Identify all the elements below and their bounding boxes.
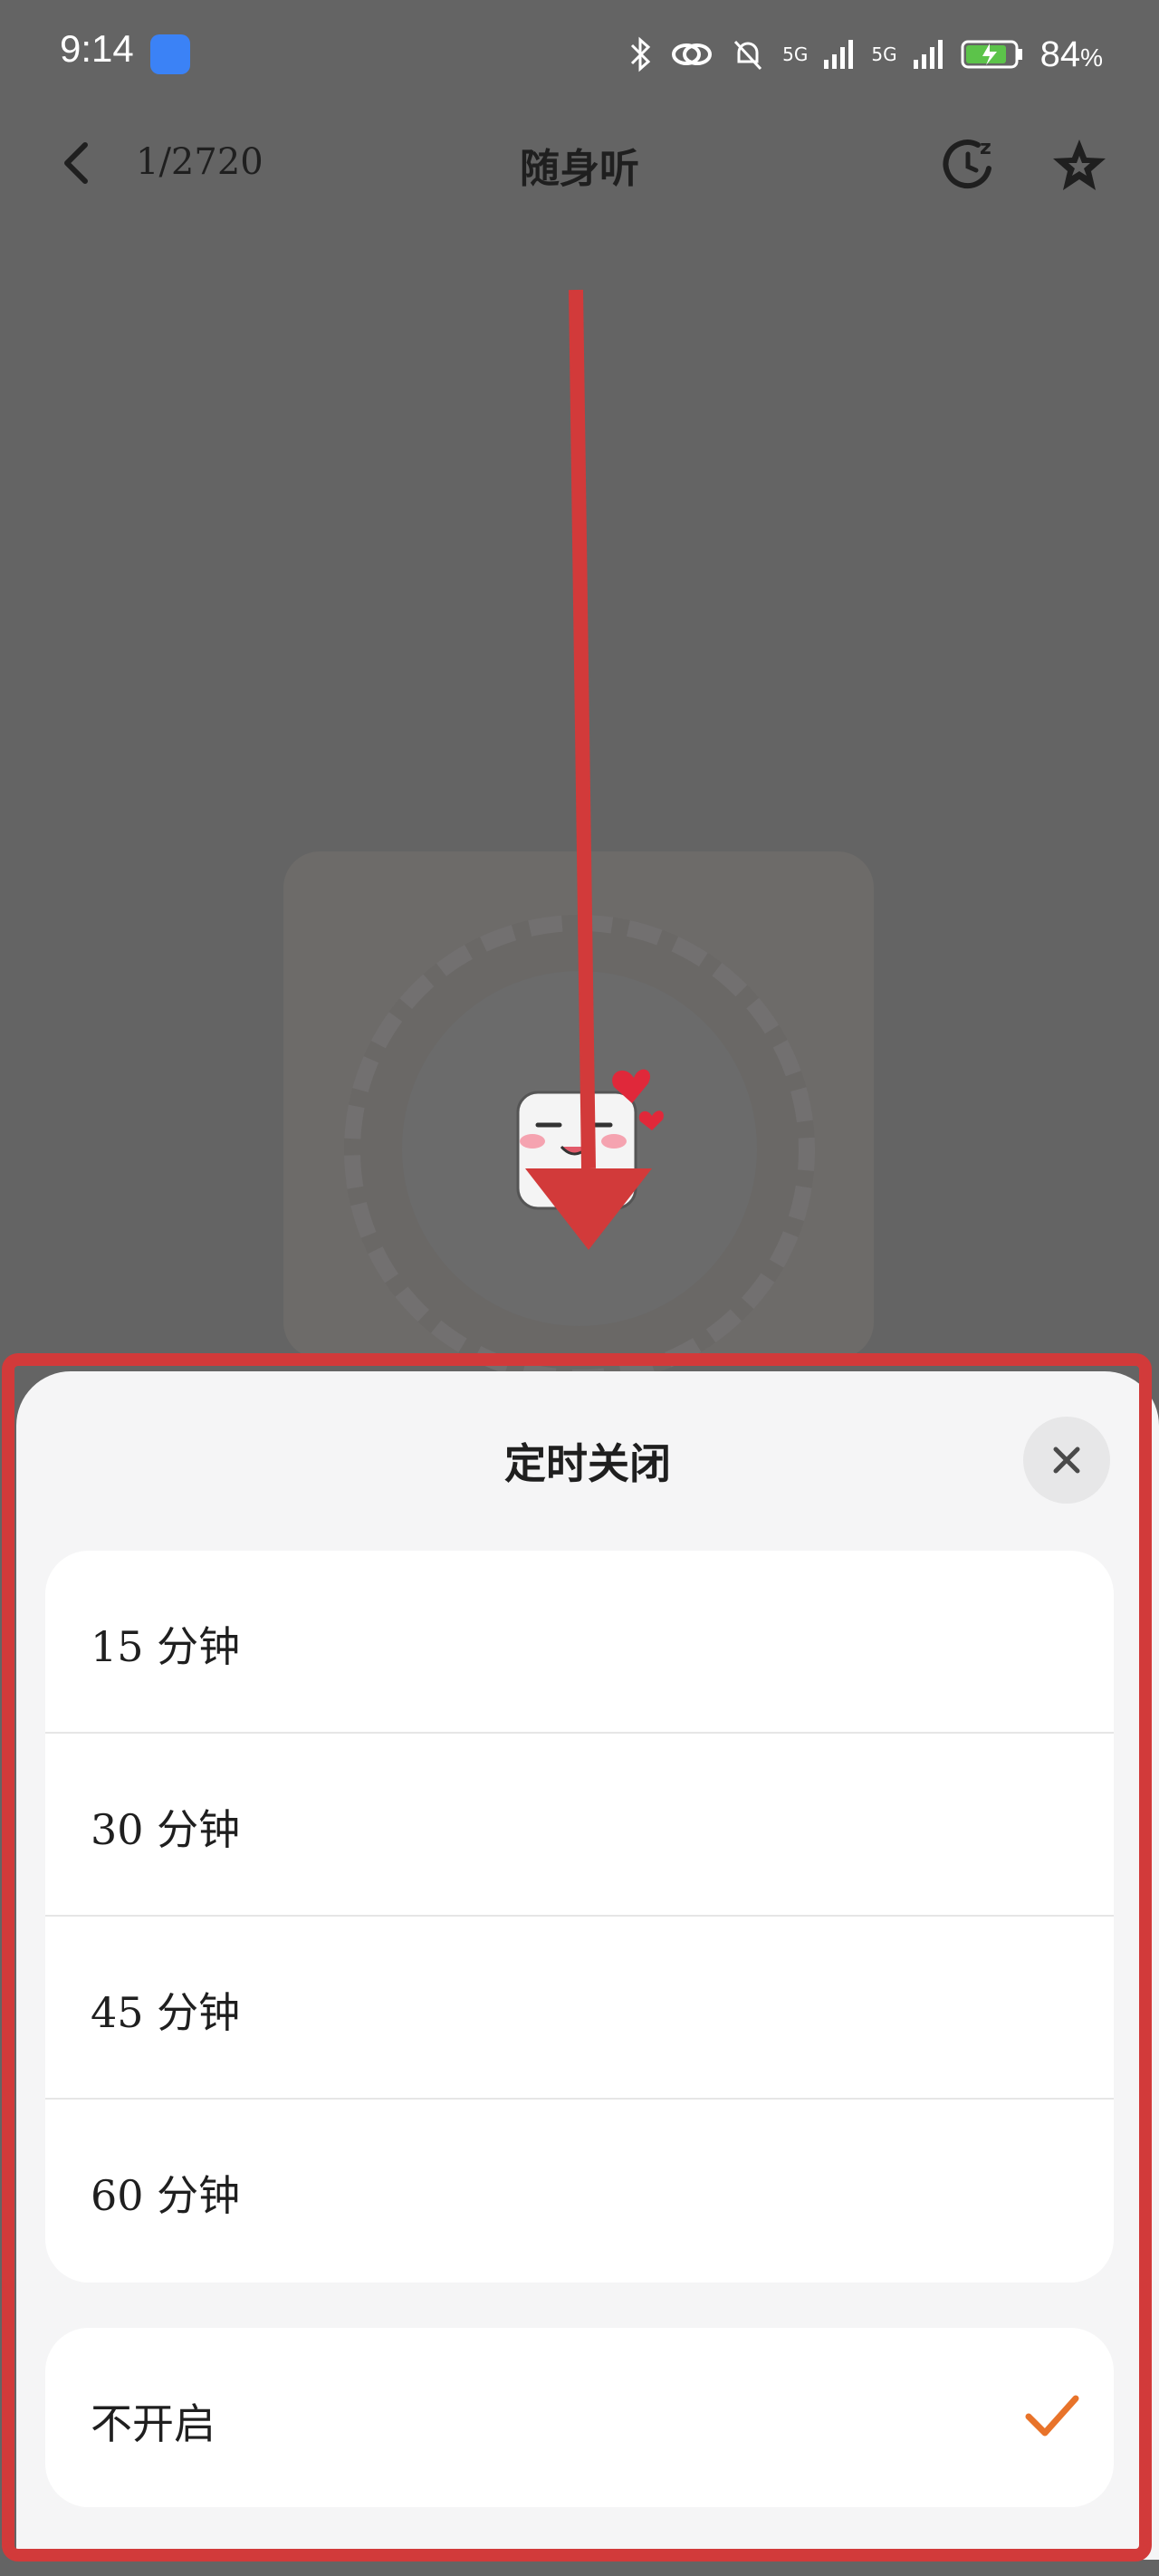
favorite-button[interactable] [1050,136,1108,194]
link-app-icon [150,34,190,74]
battery-level: 84% [1040,34,1103,75]
sleep-timer-sheet: 定时关闭 15 分钟 30 分钟 45 分钟 60 分钟 不开启 [16,1371,1159,2560]
svg-text:z: z [980,137,991,159]
timer-option-label: 45 分钟 [91,1988,241,2037]
signal-icon-2 [913,40,943,69]
bluetooth-icon [631,36,651,72]
battery-charging-icon [961,40,1022,69]
timer-option-30[interactable]: 30 分钟 [45,1734,1114,1917]
network-label-2: 5G [871,43,897,65]
timer-option-label: 15 分钟 [91,1622,241,1671]
close-button[interactable] [1023,1417,1110,1504]
timer-options-list: 15 分钟 30 分钟 45 分钟 60 分钟 [45,1551,1114,2283]
battery-value: 84 [1039,34,1081,74]
favorite-star-icon [1053,139,1106,190]
mute-bell-icon [734,40,762,71]
timer-option-15[interactable]: 15 分钟 [45,1551,1114,1734]
checkmark-icon [1025,2395,1079,2437]
close-icon [1053,1447,1080,1474]
timer-option-45[interactable]: 45 分钟 [45,1917,1114,2100]
status-time: 9:14 [60,27,134,70]
status-icons: 5G 5G 84% [627,27,1103,82]
sleep-timer-button[interactable]: z [938,134,998,194]
battery-unit: % [1080,43,1103,72]
top-nav-bar: 1/2720 随身听 z [0,109,1159,217]
timer-option-60[interactable]: 60 分钟 [45,2100,1114,2283]
timer-off-label: 不开启 [91,2399,216,2448]
link-icon [672,43,713,65]
sheet-title: 定时关闭 [504,1439,671,1488]
sleep-timer-icon: z [943,137,991,189]
timer-option-off[interactable]: 不开启 [45,2328,1114,2507]
signal-icon-1 [824,40,854,69]
timer-option-label: 60 分钟 [91,2171,241,2220]
annotation-arrow-icon [525,289,652,1250]
status-bar: 9:14 5G 5G 84% [0,0,1159,109]
timer-option-label: 30 分钟 [91,1805,241,1854]
network-label-1: 5G [782,43,809,65]
